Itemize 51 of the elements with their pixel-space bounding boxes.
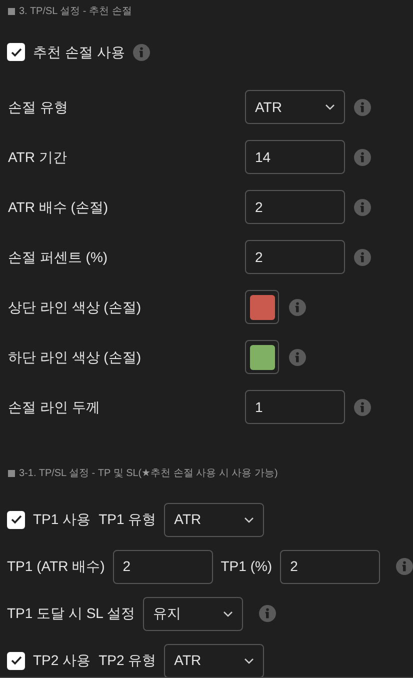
- check-icon: [10, 515, 22, 524]
- check-icon: [10, 656, 22, 665]
- info-icon[interactable]: [289, 298, 306, 316]
- field-label: TP1 도달 시 SL 설정: [7, 604, 135, 623]
- chevron-icon: [244, 658, 254, 664]
- chevron-icon: [325, 104, 335, 110]
- check-icon: [10, 48, 22, 56]
- info-icon[interactable]: [354, 398, 371, 416]
- input-field[interactable]: 2: [245, 240, 345, 274]
- info-icon[interactable]: [396, 558, 413, 575]
- field-label: TP2 유형: [98, 651, 156, 670]
- field-label: TP1 유형: [98, 510, 156, 529]
- info-icon[interactable]: [354, 248, 371, 266]
- field-label: TP2 사용: [33, 651, 91, 670]
- info-icon[interactable]: [354, 98, 371, 116]
- bullet-icon: [8, 470, 15, 476]
- select-field[interactable]: ATR: [164, 644, 264, 677]
- field-label: 손절 퍼센트 (%): [8, 248, 109, 267]
- field-label: ATR 기간: [8, 148, 68, 166]
- checkbox[interactable]: [7, 652, 25, 670]
- chevron-icon: [244, 516, 254, 522]
- input-field[interactable]: 2: [245, 190, 345, 224]
- field-label: TP1 사용: [33, 510, 91, 529]
- select-field[interactable]: 유지: [142, 596, 243, 630]
- section-title: 3. TP/SL 설정 - 추천 손절: [19, 4, 132, 18]
- field-label: TP1 (ATR 배수): [7, 557, 105, 576]
- input-field[interactable]: 2: [280, 550, 380, 584]
- field-label: TP1 (%): [220, 557, 272, 576]
- field-label: 하단 라인 색상 (손절): [8, 348, 142, 367]
- select-field[interactable]: ATR: [245, 90, 345, 124]
- field-label: 상단 라인 색상 (손절): [8, 298, 142, 317]
- input-field[interactable]: 2: [112, 550, 213, 584]
- checkbox[interactable]: [7, 43, 25, 61]
- select-field[interactable]: ATR: [164, 502, 264, 536]
- input-field[interactable]: 1: [245, 390, 345, 424]
- info-icon[interactable]: [354, 198, 371, 216]
- info-icon[interactable]: [132, 44, 150, 60]
- bullet-icon: [8, 8, 15, 14]
- color-picker[interactable]: [245, 340, 279, 374]
- checkbox[interactable]: [7, 510, 25, 528]
- info-icon[interactable]: [354, 148, 371, 166]
- section-title: 3-1. TP/SL 설정 - TP 및 SL(★추천 손절 사용 시 사용 가능): [19, 466, 278, 480]
- field-label: 추천 손절 사용: [33, 42, 125, 62]
- info-icon[interactable]: [289, 348, 306, 366]
- input-field[interactable]: 14: [245, 140, 345, 174]
- field-label: 손절 라인 두께: [8, 398, 101, 416]
- color-picker[interactable]: [245, 290, 279, 324]
- field-label: ATR 배수 (손절): [8, 198, 110, 217]
- chevron-icon: [222, 610, 233, 616]
- field-label: 손절 유형: [8, 98, 69, 116]
- info-icon[interactable]: [258, 605, 276, 622]
